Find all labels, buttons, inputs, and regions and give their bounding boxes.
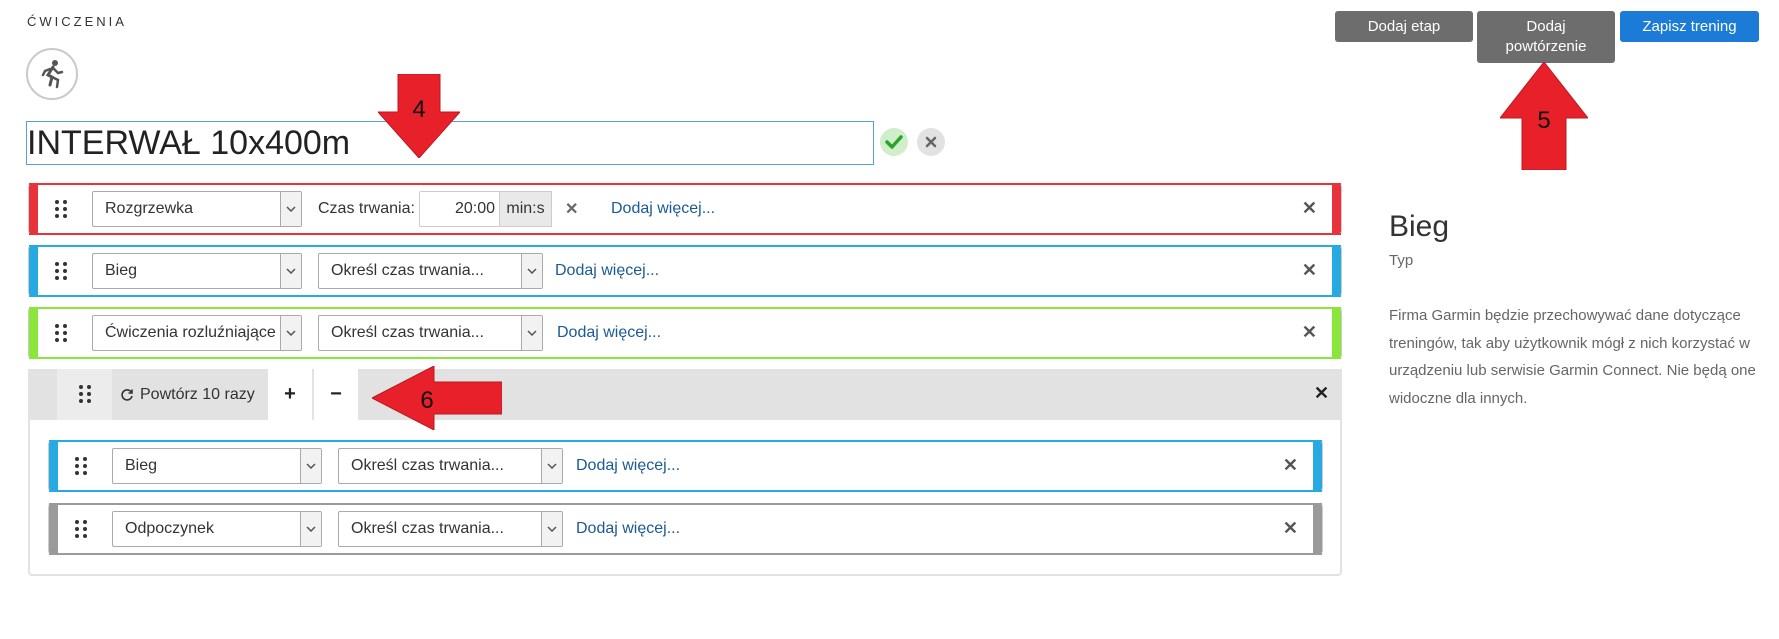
duration-label: Czas trwania: xyxy=(318,200,415,217)
close-icon xyxy=(925,136,937,148)
chevron-down-icon xyxy=(541,512,562,546)
annotation-arrow-down: 4 xyxy=(378,74,460,158)
duration-select-value: Określ czas trwania... xyxy=(351,520,504,537)
step-type-select[interactable]: Rozgrzewka xyxy=(92,191,302,227)
step-type-select[interactable]: Bieg xyxy=(92,253,302,289)
duration-select[interactable]: Określ czas trwania... xyxy=(318,315,543,351)
annotation-arrow-up: 5 xyxy=(1500,62,1588,170)
add-step-button[interactable]: Dodaj etap xyxy=(1335,11,1473,42)
drag-handle-icon[interactable] xyxy=(55,200,67,218)
remove-repeat-icon[interactable]: ✕ xyxy=(1314,383,1329,404)
annotation-number: 5 xyxy=(1537,107,1550,134)
refresh-icon xyxy=(121,388,133,401)
sport-type-button[interactable] xyxy=(26,48,78,100)
step-type-select[interactable]: Ćwiczenia rozluźniające xyxy=(92,315,302,351)
duration-select[interactable]: Określ czas trwania... xyxy=(318,253,543,289)
remove-step-icon[interactable]: ✕ xyxy=(1302,198,1317,219)
confirm-name-button[interactable] xyxy=(880,128,908,156)
repeat-drag-handle[interactable] xyxy=(57,369,112,420)
step-warmup: Rozgrzewka Czas trwania: 20:00 min:s ✕ D… xyxy=(28,183,1342,235)
remove-step-icon[interactable]: ✕ xyxy=(1283,455,1298,476)
duration-select-value: Określ czas trwania... xyxy=(351,457,504,474)
duration-unit: min:s xyxy=(499,191,552,227)
add-more-link[interactable]: Dodaj więcej... xyxy=(576,520,680,538)
chevron-down-icon xyxy=(280,316,301,350)
add-more-link[interactable]: Dodaj więcej... xyxy=(555,262,659,280)
annotation-number: 6 xyxy=(420,387,433,414)
repeat-count-label: Powtórz 10 razy xyxy=(112,369,268,420)
chevron-down-icon xyxy=(541,449,562,483)
running-person-icon xyxy=(41,60,64,89)
chevron-down-icon xyxy=(300,512,321,546)
duration-select[interactable]: Określ czas trwania... xyxy=(338,448,563,484)
repeat-decrease-button[interactable]: − xyxy=(314,369,358,420)
step-type-value: Rozgrzewka xyxy=(105,200,194,217)
step-cooldown: Ćwiczenia rozluźniające Określ czas trwa… xyxy=(28,307,1342,359)
check-icon xyxy=(885,135,903,149)
add-repeat-label-line2: powtórzenie xyxy=(1505,38,1587,55)
chevron-down-icon xyxy=(280,254,301,288)
chevron-down-icon xyxy=(300,449,321,483)
drag-handle-icon[interactable] xyxy=(75,457,87,475)
remove-step-icon[interactable]: ✕ xyxy=(1302,260,1317,281)
step-type-select[interactable]: Odpoczynek xyxy=(112,511,322,547)
duration-select[interactable]: Określ czas trwania... xyxy=(338,511,563,547)
step-type-value: Ćwiczenia rozluźniające xyxy=(105,324,276,341)
annotation-number: 4 xyxy=(412,96,425,123)
step-type-value: Bieg xyxy=(105,262,138,279)
chevron-down-icon xyxy=(521,316,542,350)
step-type-value: Bieg xyxy=(125,457,158,474)
drag-handle-icon[interactable] xyxy=(55,324,67,342)
add-repeat-button[interactable]: Dodaj powtórzenie xyxy=(1477,11,1615,63)
step-run: Bieg Określ czas trwania... Dodaj więcej… xyxy=(28,245,1342,297)
add-more-link[interactable]: Dodaj więcej... xyxy=(557,324,661,342)
drag-handle-icon[interactable] xyxy=(55,262,67,280)
add-more-link[interactable]: Dodaj więcej... xyxy=(576,457,680,475)
repeat-label-text: Powtórz 10 razy xyxy=(140,385,255,403)
save-workout-button[interactable]: Zapisz trening xyxy=(1620,11,1759,42)
remove-step-icon[interactable]: ✕ xyxy=(1302,322,1317,343)
add-more-link[interactable]: Dodaj więcej... xyxy=(611,200,715,218)
clear-duration-icon[interactable]: ✕ xyxy=(565,199,578,219)
repeat-step-rest: Odpoczynek Określ czas trwania... Dodaj … xyxy=(48,503,1323,555)
remove-step-icon[interactable]: ✕ xyxy=(1283,518,1298,539)
step-type-select[interactable]: Bieg xyxy=(112,448,322,484)
step-type-value: Odpoczynek xyxy=(125,520,214,537)
section-title: ĆWICZENIA xyxy=(27,14,127,29)
chevron-down-icon xyxy=(521,254,542,288)
chevron-down-icon xyxy=(280,192,301,226)
repeat-step-run: Bieg Określ czas trwania... Dodaj więcej… xyxy=(48,440,1323,492)
annotation-arrow-left: 6 xyxy=(372,366,502,430)
duration-input[interactable]: 20:00 xyxy=(419,191,499,227)
info-title: Bieg xyxy=(1389,210,1450,243)
cancel-name-button[interactable] xyxy=(917,128,945,156)
drag-handle-icon[interactable] xyxy=(75,520,87,538)
add-repeat-label-line1: Dodaj xyxy=(1526,18,1566,35)
duration-select-value: Określ czas trwania... xyxy=(331,262,484,279)
duration-select-value: Określ czas trwania... xyxy=(331,324,484,341)
info-description: Firma Garmin będzie przechowywać dane do… xyxy=(1389,307,1756,407)
info-subtitle: Typ xyxy=(1389,252,1414,269)
repeat-increase-button[interactable]: + xyxy=(268,369,312,420)
drag-handle-icon[interactable] xyxy=(79,385,91,403)
